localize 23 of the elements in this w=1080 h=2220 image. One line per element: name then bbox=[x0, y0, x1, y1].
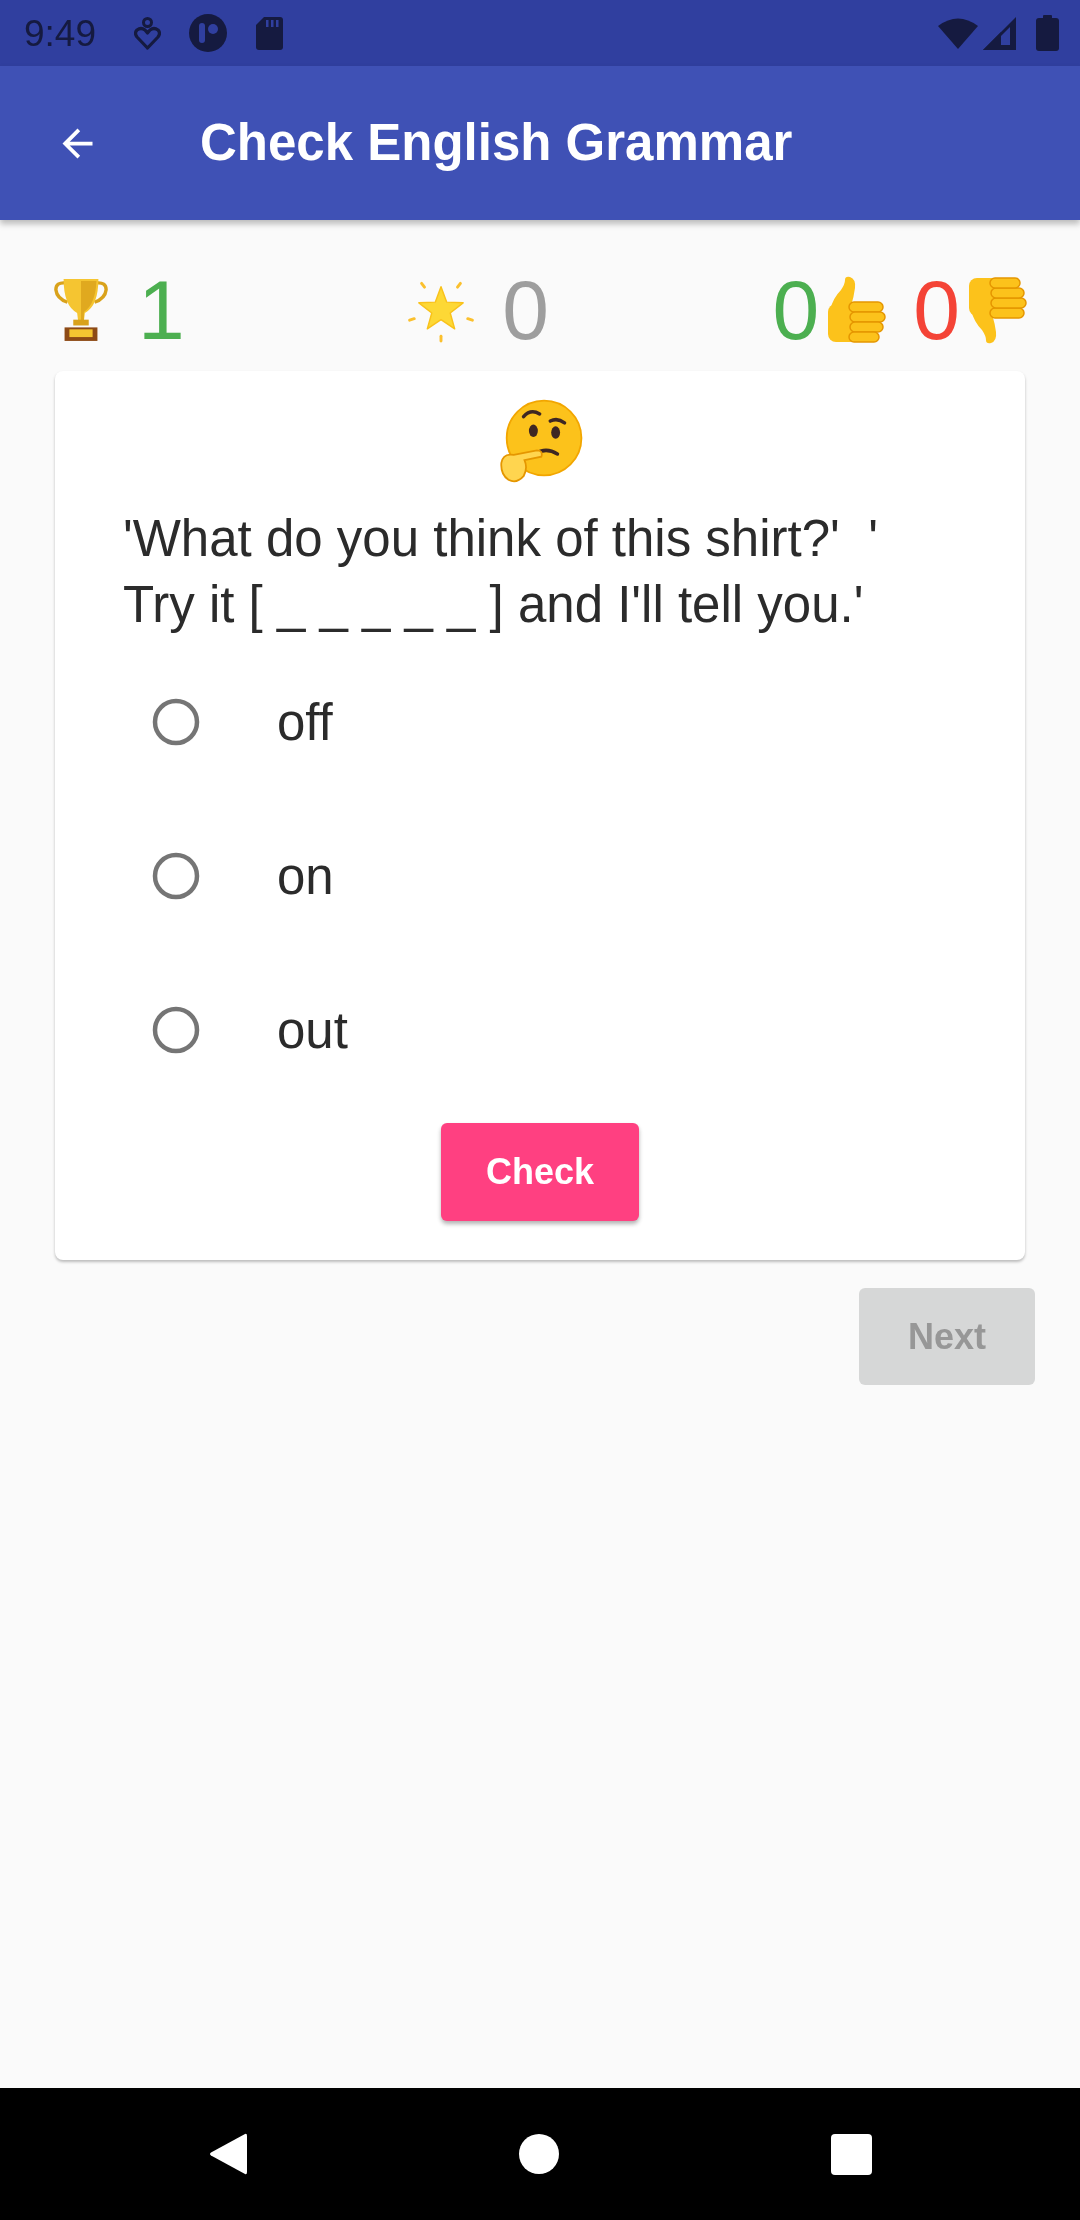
status-time: 9:49 bbox=[24, 14, 96, 52]
radio-icon[interactable] bbox=[152, 698, 200, 746]
sd-card-icon bbox=[256, 16, 283, 50]
answer-option[interactable]: on bbox=[55, 799, 1025, 953]
wifi-icon bbox=[938, 17, 978, 49]
trophy-count: 1 bbox=[138, 268, 185, 352]
app-title: Check English Grammar bbox=[200, 113, 793, 174]
radio-icon[interactable] bbox=[152, 852, 200, 900]
radio-icon[interactable] bbox=[152, 1006, 200, 1054]
star-count: 0 bbox=[502, 268, 549, 352]
nav-home-icon[interactable] bbox=[518, 2134, 559, 2174]
answer-option[interactable]: out bbox=[55, 953, 1025, 1107]
answer-option[interactable]: off bbox=[55, 645, 1025, 799]
nav-recents-icon[interactable] bbox=[830, 2133, 872, 2175]
battery-icon bbox=[1036, 15, 1059, 51]
circle-logo-icon bbox=[189, 14, 227, 52]
question-text: 'What do you think of this shirt?' ' Try it [ _ _ _ _ _ ] and I'll tell you.' bbox=[123, 509, 879, 635]
person-heart-icon bbox=[134, 16, 161, 50]
trophy-icon bbox=[52, 277, 110, 343]
correct-count: 0 bbox=[772, 268, 820, 352]
signal-icon bbox=[983, 16, 1016, 50]
nav-back-icon[interactable] bbox=[208, 2132, 247, 2176]
wrong-count: 0 bbox=[913, 268, 960, 352]
